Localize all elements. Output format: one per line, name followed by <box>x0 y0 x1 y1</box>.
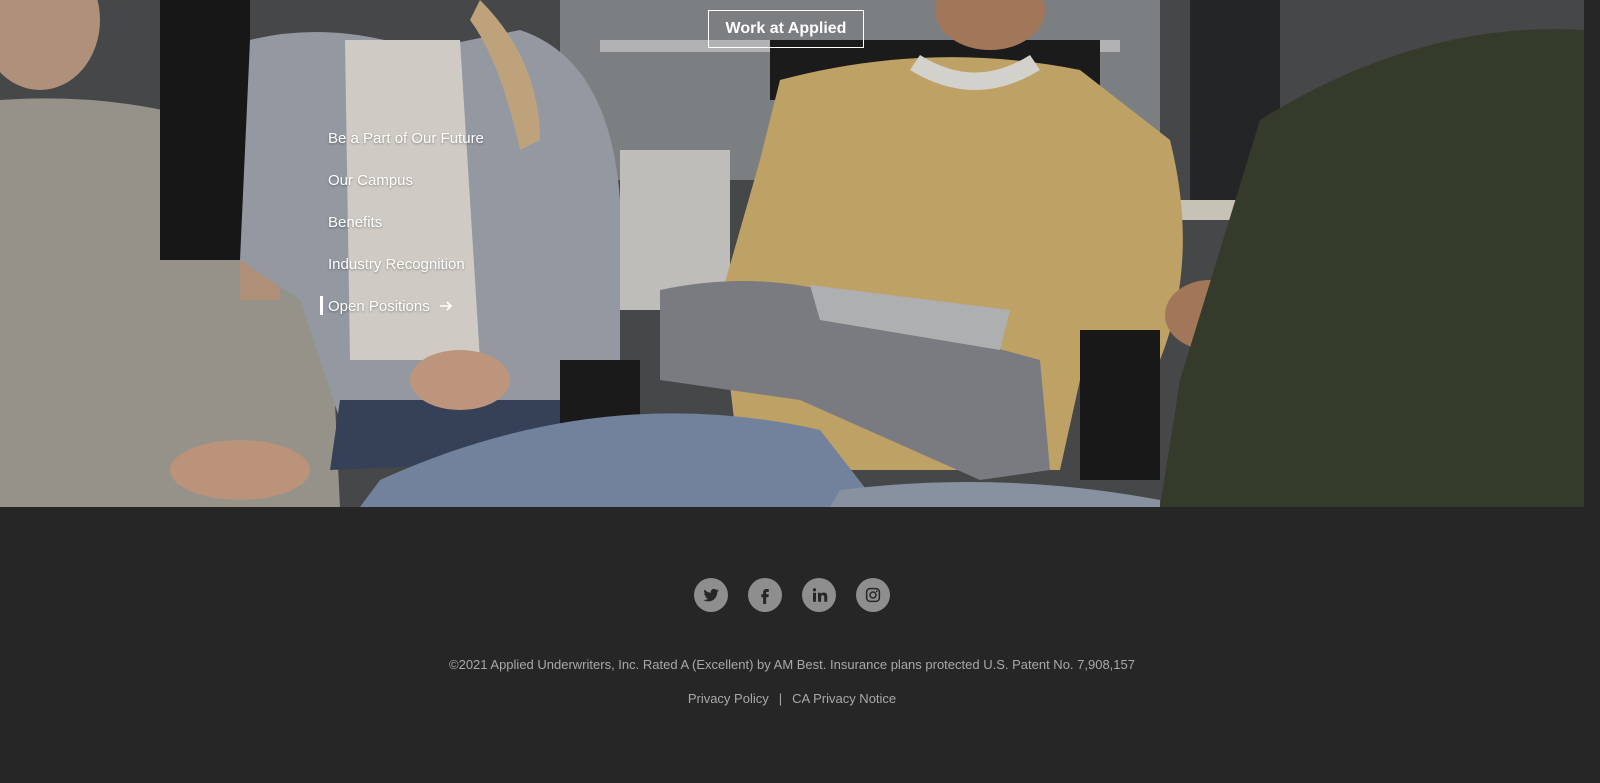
nav-item-our-campus[interactable]: Our Campus <box>320 159 484 201</box>
social-links <box>694 578 890 612</box>
ca-privacy-notice-link[interactable]: CA Privacy Notice <box>792 691 896 706</box>
nav-item-industry-recognition[interactable]: Industry Recognition <box>320 243 484 285</box>
page: Work at Applied Be a Part of Our Future … <box>0 0 1600 783</box>
instagram-link[interactable] <box>856 578 890 612</box>
nav-item-be-a-part-of-our-future[interactable]: Be a Part of Our Future <box>320 117 484 159</box>
legal-links: Privacy Policy | CA Privacy Notice <box>0 691 1584 706</box>
arrow-right-icon <box>438 298 454 314</box>
copyright-text: ©2021 Applied Underwriters, Inc. Rated A… <box>449 657 1135 672</box>
twitter-icon <box>703 588 719 602</box>
facebook-link[interactable] <box>748 578 782 612</box>
hero-photo-section: Work at Applied Be a Part of Our Future … <box>0 0 1584 507</box>
privacy-policy-link[interactable]: Privacy Policy <box>688 691 769 706</box>
hero-overlay <box>0 0 1584 507</box>
instagram-icon <box>865 587 881 603</box>
nav-item-open-positions[interactable]: Open Positions <box>320 285 484 327</box>
nav-item-label: Industry Recognition <box>328 255 465 273</box>
page-scrollbar[interactable] <box>1584 0 1600 783</box>
twitter-link[interactable] <box>694 578 728 612</box>
nav-item-label: Be a Part of Our Future <box>328 129 484 147</box>
careers-nav: Be a Part of Our Future Our Campus Benef… <box>320 117 484 327</box>
nav-item-label: Open Positions <box>328 297 430 315</box>
nav-item-label: Our Campus <box>328 171 414 189</box>
link-separator: | <box>778 691 783 706</box>
site-footer: ©2021 Applied Underwriters, Inc. Rated A… <box>0 507 1584 783</box>
facebook-icon <box>761 589 769 604</box>
work-at-applied-button[interactable]: Work at Applied <box>708 10 864 48</box>
linkedin-link[interactable] <box>802 578 836 612</box>
nav-item-benefits[interactable]: Benefits <box>320 201 484 243</box>
nav-item-label: Benefits <box>328 213 383 231</box>
linkedin-icon <box>812 588 828 602</box>
